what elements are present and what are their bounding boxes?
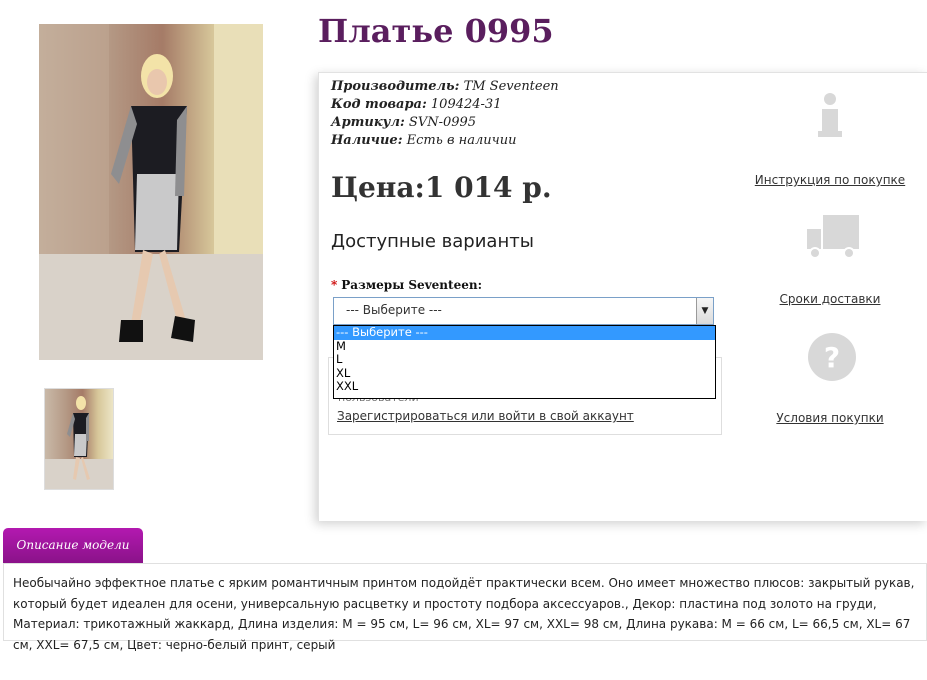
size-option[interactable]: XXL xyxy=(334,379,715,394)
dress-model-photo xyxy=(39,24,263,360)
instruction-link[interactable]: Инструкция по покупке xyxy=(750,173,910,187)
size-option[interactable]: L xyxy=(334,352,715,367)
register-login-link[interactable]: Зарегистрироваться или войти в свой акка… xyxy=(337,409,634,423)
manufacturer-value: ТМ Seventeen xyxy=(463,79,559,94)
product-code-label: Код товара: xyxy=(331,97,427,112)
stock-label: Наличие: xyxy=(331,133,403,148)
product-price: Цена:1 014 р. xyxy=(331,171,552,204)
size-select[interactable]: --- Выберите --- ▼ xyxy=(333,297,714,325)
size-option[interactable]: --- Выберите --- xyxy=(334,325,715,340)
product-info-panel: Производитель: ТМ Seventeen Код товара: … xyxy=(318,72,927,521)
size-select-value: --- Выберите --- xyxy=(346,303,442,317)
required-mark: * xyxy=(331,278,338,292)
truck-icon xyxy=(807,215,859,259)
sizes-label-text: Размеры Seventeen: xyxy=(341,278,482,292)
delivery-link[interactable]: Сроки доставки xyxy=(750,292,910,306)
description-panel: Необычайно эффектное платье с ярким рома… xyxy=(3,563,927,652)
product-thumbnail[interactable] xyxy=(44,388,114,490)
sku-value: SVN-0995 xyxy=(408,115,477,130)
question-icon: ? xyxy=(808,333,856,381)
stock-value: Есть в наличии xyxy=(406,133,517,148)
product-title: Платье 0995 xyxy=(318,12,554,50)
svg-text:?: ? xyxy=(824,341,840,374)
product-code-value: 109424-31 xyxy=(430,97,502,112)
manufacturer-label: Производитель: xyxy=(331,79,460,94)
conditions-link[interactable]: Условия покупки xyxy=(750,411,910,425)
sku-row: Артикул: SVN-0995 xyxy=(331,114,559,132)
dress-thumbnail-image xyxy=(45,396,113,489)
sizes-label: * Размеры Seventeen: xyxy=(331,278,482,292)
product-main-image[interactable] xyxy=(39,24,263,360)
description-text: Необычайно эффектное платье с ярким рома… xyxy=(13,576,915,652)
product-meta: Производитель: ТМ Seventeen Код товара: … xyxy=(331,78,559,150)
info-icon xyxy=(818,93,842,137)
sku-label: Артикул: xyxy=(331,115,405,130)
product-code-row: Код товара: 109424-31 xyxy=(331,96,559,114)
size-option[interactable]: XL xyxy=(334,366,715,381)
dropdown-arrow-icon[interactable]: ▼ xyxy=(696,298,713,324)
tab-description[interactable]: Описание модели xyxy=(3,528,143,563)
stock-row: Наличие: Есть в наличии xyxy=(331,132,559,150)
size-option[interactable]: M xyxy=(334,339,715,354)
manufacturer-row: Производитель: ТМ Seventeen xyxy=(331,78,559,96)
size-dropdown-list: --- Выберите --- M L XL XXL xyxy=(333,325,716,399)
options-heading: Доступные варианты xyxy=(331,231,534,252)
